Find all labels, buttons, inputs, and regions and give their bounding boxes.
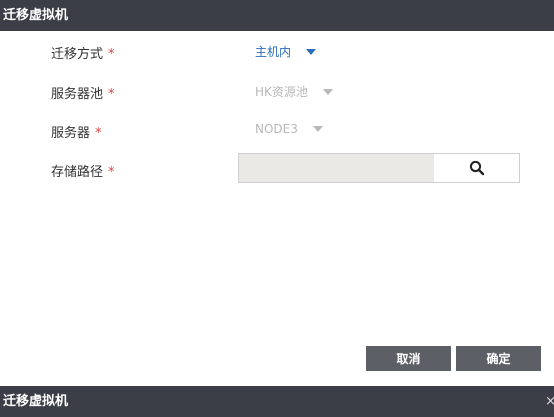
dialog-titlebar: 迁移虚拟机: [0, 0, 554, 31]
storage-path-search-button[interactable]: [434, 154, 519, 182]
migrate-mode-select[interactable]: 主机内: [255, 43, 317, 60]
required-mark: *: [108, 87, 115, 102]
ok-button[interactable]: 确定: [456, 346, 541, 371]
server-pool-label: 服务器池 *: [51, 87, 115, 102]
caret-down-icon: [306, 48, 317, 55]
caret-down-icon: [312, 126, 323, 132]
required-mark: *: [108, 165, 115, 180]
caret-down-icon: [322, 88, 333, 95]
required-mark: *: [95, 126, 102, 141]
cancel-button[interactable]: 取消: [366, 346, 451, 371]
server-value: NODE3: [255, 122, 298, 136]
storage-path-label: 存储路径 *: [51, 165, 115, 180]
server-pool-select[interactable]: HK资源池: [255, 83, 333, 100]
search-icon: [469, 160, 484, 176]
required-mark: *: [108, 47, 115, 62]
close-icon[interactable]: ×: [545, 386, 554, 417]
storage-path-input[interactable]: [239, 154, 434, 182]
migrate-mode-value: 主机内: [255, 45, 292, 59]
server-pool-value: HK资源池: [255, 85, 308, 99]
migrate-mode-label: 迁移方式 *: [51, 47, 115, 62]
storage-path-input-group: [238, 153, 520, 183]
server-label: 服务器 *: [51, 126, 102, 141]
dialog-title: 迁移虚拟机: [3, 8, 69, 23]
server-select[interactable]: NODE3: [255, 122, 323, 136]
next-dialog-titlebar: 迁移虚拟机 ×: [0, 386, 554, 417]
next-dialog-title: 迁移虚拟机: [3, 394, 69, 409]
